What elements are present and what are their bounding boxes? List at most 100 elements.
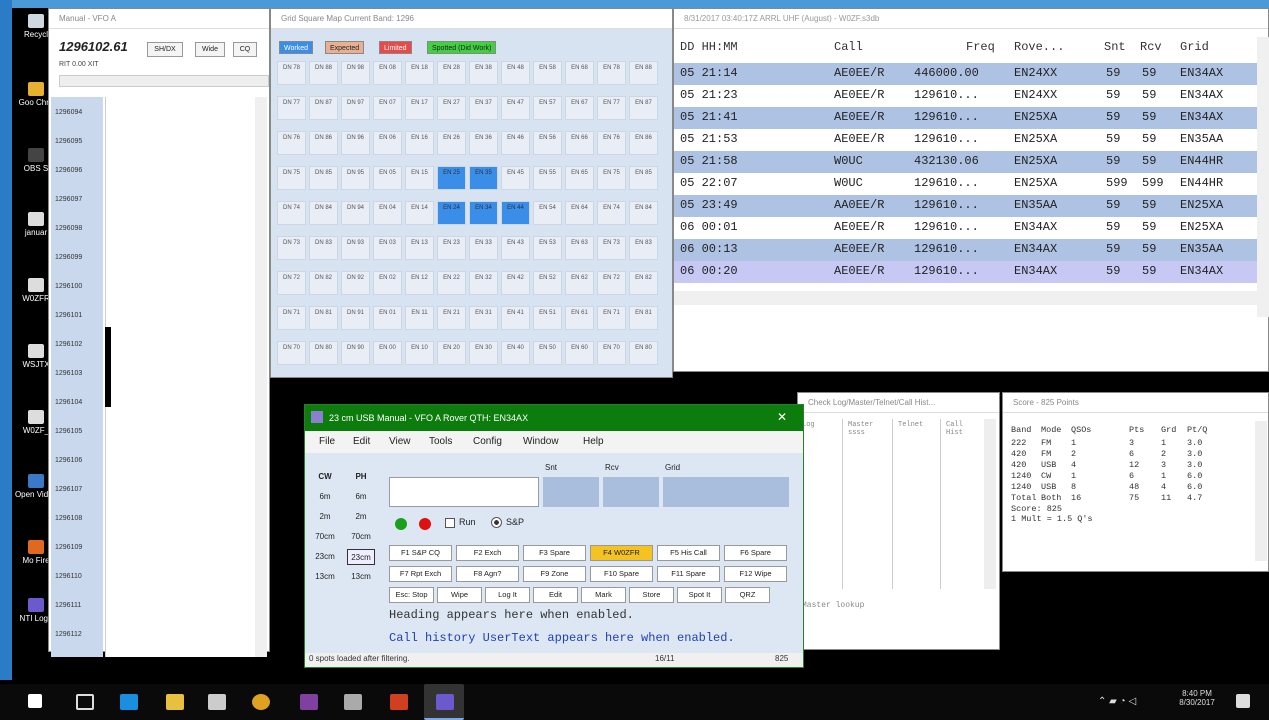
grid-cell[interactable]: EN 66 — [565, 131, 594, 155]
callsign-input[interactable] — [389, 477, 539, 507]
grid-cell[interactable]: EN 83 — [629, 236, 658, 260]
sp-radio[interactable] — [491, 517, 502, 528]
grid-cell[interactable]: DN 96 — [341, 131, 370, 155]
start-icon[interactable] — [28, 694, 42, 708]
grid-cell[interactable]: EN 62 — [565, 271, 594, 295]
function-key-button[interactable]: F2 Exch — [456, 545, 519, 561]
grid-cell[interactable]: EN 74 — [597, 201, 626, 225]
grid-cell[interactable]: EN 16 — [405, 131, 434, 155]
grid-cell[interactable]: EN 61 — [565, 306, 594, 330]
grid-cell[interactable]: EN 37 — [469, 96, 498, 120]
log-row[interactable]: 05 22:07 W0UC 129610... EN25XA 599 599 EN44HR — [674, 173, 1258, 195]
grid-cell[interactable]: DN 87 — [309, 96, 338, 120]
grid-cell[interactable]: DN 85 — [309, 166, 338, 190]
log-row[interactable]: 05 21:23 AE0EE/R 129610... EN24XX 59 59 EN34AX — [674, 85, 1258, 107]
bandmap-window[interactable]: Manual - VFO A 1296102.61 SH/DX Wide CQ … — [48, 8, 270, 657]
function-key-button[interactable]: Store — [629, 587, 674, 603]
function-key-button[interactable]: F3 Spare — [523, 545, 586, 561]
log-row[interactable]: 05 21:41 AE0EE/R 129610... EN25XA 59 59 EN34AX — [674, 107, 1258, 129]
grid-input[interactable] — [663, 477, 789, 507]
function-key-button[interactable]: Esc: Stop — [389, 587, 434, 603]
grid-cell[interactable]: EN 24 — [437, 201, 466, 225]
shdx-button[interactable]: SH/DX — [147, 42, 183, 57]
grid-cell[interactable]: EN 22 — [437, 271, 466, 295]
grid-cell[interactable]: EN 14 — [405, 201, 434, 225]
grid-cell[interactable]: DN 95 — [341, 166, 370, 190]
function-key-button[interactable]: F8 Agn? — [456, 566, 519, 582]
menu-help[interactable]: Help — [583, 436, 604, 447]
menu-tools[interactable]: Tools — [429, 436, 452, 447]
function-key-button[interactable]: F6 Spare — [724, 545, 787, 561]
grid-cell[interactable]: DN 92 — [341, 271, 370, 295]
run-checkbox[interactable] — [445, 518, 455, 528]
grid-cell[interactable]: EN 28 — [437, 61, 466, 85]
band-button-cw[interactable]: 23cm — [311, 549, 339, 565]
grid-cell[interactable]: EN 21 — [437, 306, 466, 330]
bandmap-scale[interactable]: 1296094 1296095 1296096 1296097 1296098 12960… — [51, 97, 103, 657]
wide-button[interactable]: Wide — [195, 42, 225, 57]
grid-cell[interactable]: EN 54 — [533, 201, 562, 225]
menu-edit[interactable]: Edit — [353, 436, 370, 447]
function-key-button[interactable]: QRZ — [725, 587, 770, 603]
grid-cell[interactable]: EN 45 — [501, 166, 530, 190]
grid-cell[interactable]: EN 71 — [597, 306, 626, 330]
grid-cell[interactable]: EN 86 — [629, 131, 658, 155]
grid-cell[interactable]: DN 78 — [277, 61, 306, 85]
grid-cell[interactable]: DN 74 — [277, 201, 306, 225]
function-key-button[interactable]: Log It — [485, 587, 530, 603]
grid-cell[interactable]: DN 98 — [341, 61, 370, 85]
check-log-window[interactable]: Check Log/Master/Telnet/Call Hist... Log… — [797, 392, 1000, 650]
grid-cell[interactable]: EN 77 — [597, 96, 626, 120]
grid-cell[interactable]: EN 25 — [437, 166, 466, 190]
grid-cell[interactable]: EN 20 — [437, 341, 466, 365]
grid-cell[interactable]: EN 02 — [373, 271, 402, 295]
grid-cell[interactable]: EN 07 — [373, 96, 402, 120]
grid-cell[interactable]: EN 04 — [373, 201, 402, 225]
grid-cell[interactable]: EN 06 — [373, 131, 402, 155]
grid-cell[interactable]: EN 03 — [373, 236, 402, 260]
menu-file[interactable]: File — [319, 436, 335, 447]
grid-cell[interactable]: EN 57 — [533, 96, 562, 120]
entry-window[interactable]: 23 cm USB Manual - VFO A Rover QTH: EN34… — [304, 404, 804, 668]
log-row[interactable]: 05 21:58 W0UC 432130.06 EN25XA 59 59 EN44HR — [674, 151, 1258, 173]
grid-cell[interactable]: DN 75 — [277, 166, 306, 190]
grid-cell[interactable]: EN 53 — [533, 236, 562, 260]
grid-cell[interactable]: EN 47 — [501, 96, 530, 120]
grid-cell[interactable]: EN 05 — [373, 166, 402, 190]
function-key-button[interactable]: Wipe — [437, 587, 482, 603]
col-header-snt[interactable]: Snt — [1104, 40, 1126, 54]
task-view-icon[interactable] — [76, 694, 94, 710]
close-icon[interactable]: ✕ — [777, 410, 787, 424]
function-key-button[interactable]: F7 Rpt Exch — [389, 566, 452, 582]
grid-cell[interactable]: EN 00 — [373, 341, 402, 365]
grid-cell[interactable]: EN 64 — [565, 201, 594, 225]
grid-cell[interactable]: EN 32 — [469, 271, 498, 295]
grid-cell[interactable]: EN 81 — [629, 306, 658, 330]
grid-square-map-window[interactable]: Grid Square Map Current Band: 1296 Worke… — [270, 8, 673, 378]
grid-cell[interactable]: EN 68 — [565, 61, 594, 85]
grid-cell[interactable]: EN 27 — [437, 96, 466, 120]
grid-cell[interactable]: EN 17 — [405, 96, 434, 120]
band-button-ph[interactable]: 13cm — [347, 569, 375, 585]
grid-cell[interactable]: EN 78 — [597, 61, 626, 85]
menu-config[interactable]: Config — [473, 436, 502, 447]
grid-cell[interactable]: EN 40 — [501, 341, 530, 365]
score-window[interactable]: Score - 825 Points Band Mode QSOs Pts Grd Pt/… — [1002, 392, 1269, 572]
grid-cell[interactable]: DN 77 — [277, 96, 306, 120]
function-key-button[interactable]: F11 Spare — [657, 566, 720, 582]
grid-cell[interactable]: EN 13 — [405, 236, 434, 260]
store-icon[interactable] — [208, 694, 226, 710]
grid-cell[interactable]: EN 26 — [437, 131, 466, 155]
function-key-button[interactable]: F1 S&P CQ — [389, 545, 452, 561]
grid-cell[interactable]: EN 65 — [565, 166, 594, 190]
log-hscrollbar[interactable] — [674, 291, 1257, 305]
grid-cell[interactable]: EN 43 — [501, 236, 530, 260]
edge-icon[interactable] — [120, 694, 138, 710]
grid-cell[interactable]: DN 86 — [309, 131, 338, 155]
tray-icons[interactable]: ⌃ ▰ ◔ ◁ — [1098, 696, 1136, 707]
col-header-call[interactable]: Call — [834, 40, 863, 54]
grid-cell[interactable]: EN 82 — [629, 271, 658, 295]
clock[interactable]: 8:40 PM 8/30/2017 — [1172, 689, 1222, 707]
grid-cell[interactable]: DN 70 — [277, 341, 306, 365]
grid-cell[interactable]: EN 60 — [565, 341, 594, 365]
